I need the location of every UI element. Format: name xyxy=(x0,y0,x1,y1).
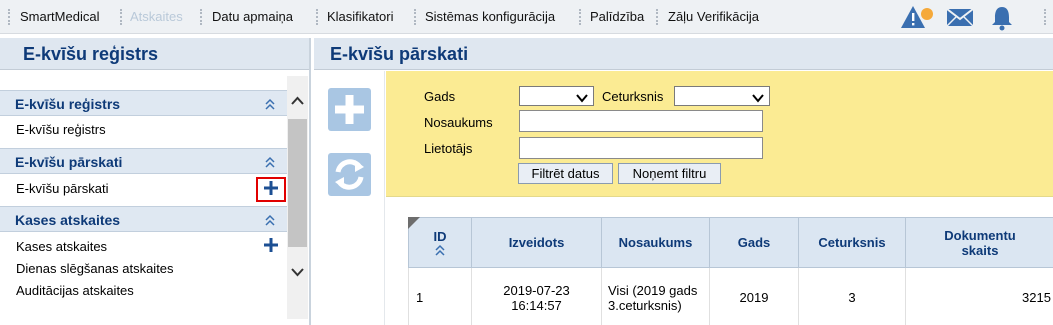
section-title: Kases atskaites xyxy=(15,212,121,228)
warning-notification-icon[interactable] xyxy=(900,4,933,30)
table-row[interactable]: 1 2019-07-23 16:14:57 Visi (2019 gads 3.… xyxy=(408,267,1053,325)
clear-filter-button[interactable]: Noņemt filtru xyxy=(618,163,721,184)
menu-separator xyxy=(1044,9,1046,25)
nav-item-e-kvisu-parskati[interactable]: E-kvīšu pārskati xyxy=(16,181,108,196)
section-header-e-kvisu-parskati[interactable]: E-kvīšu pārskati xyxy=(0,148,287,174)
nav-item-e-kvisu-registrs[interactable]: E-kvīšu reģistrs xyxy=(16,122,106,137)
scrollbar-thumb[interactable] xyxy=(288,119,307,247)
cell-name: Visi (2019 gads 3.ceturksnis) xyxy=(601,267,710,325)
refresh-button[interactable] xyxy=(328,153,371,196)
menu-item-atskaites[interactable]: Atskaites xyxy=(130,9,183,24)
add-plus-icon[interactable] xyxy=(264,181,278,195)
nav-item-dienas-slegsanas-atskaites[interactable]: Dienas slēgšanas atskaites xyxy=(16,261,174,276)
column-header-gads[interactable]: Gads xyxy=(709,217,799,268)
cell-quarter: 3 xyxy=(798,267,906,325)
menu-separator xyxy=(8,9,10,25)
section-header-e-kvisu-registrs[interactable]: E-kvīšu reģistrs xyxy=(0,90,287,116)
menu-item-klasifikatori[interactable]: Klasifikatori xyxy=(327,9,393,24)
column-header-label: ID xyxy=(433,229,447,244)
add-icon xyxy=(335,95,364,124)
refresh-icon xyxy=(335,159,364,190)
dropdown-arrow-icon xyxy=(576,91,588,103)
menu-item-datu-apmaina[interactable]: Datu apmaiņa xyxy=(212,9,293,24)
menu-item-palidziba[interactable]: Palīdzība xyxy=(590,9,644,24)
mail-icon[interactable] xyxy=(945,4,974,30)
dropdown-arrow-icon xyxy=(752,91,764,103)
menu-separator xyxy=(316,9,318,25)
add-button[interactable] xyxy=(328,88,371,131)
reports-table: ID Izveidots Nosaukums Gads Ceturksnis D… xyxy=(408,217,1053,325)
right-panel-title: E-kvīšu pārskati xyxy=(314,38,1053,70)
ceturksnis-label: Ceturksnis xyxy=(602,89,664,104)
table-corner-marker xyxy=(408,217,420,229)
section-header-kases-atskaites[interactable]: Kases atskaites xyxy=(0,206,287,232)
top-menu-bar: SmartMedical Atskaites Datu apmaiņa Klas… xyxy=(0,0,1053,34)
cell-year: 2019 xyxy=(709,267,799,325)
cell-id: 1 xyxy=(408,267,472,325)
sort-double-chevron-icon[interactable] xyxy=(409,244,471,256)
action-toolbar xyxy=(314,71,385,325)
ceturksnis-select[interactable] xyxy=(674,86,770,106)
column-header-dokumentu-skaits[interactable]: Dokumentu skaits xyxy=(905,217,1053,268)
menu-item-zalu-verifikacija[interactable]: Zāļu Verifikācija xyxy=(668,9,759,24)
nav-item-kases-atskaites[interactable]: Kases atskaites xyxy=(16,239,107,254)
collapse-double-chevron-icon[interactable] xyxy=(264,156,276,168)
left-navigation-panel: E-kvīšu reģistrs E-kvīšu reģistrs E-kvīš… xyxy=(0,38,311,325)
menu-item-sistemas-konfiguracija[interactable]: Sistēmas konfigurācija xyxy=(425,9,555,24)
bell-icon[interactable] xyxy=(988,4,1016,31)
menu-separator xyxy=(120,9,122,25)
scroll-down-arrow-icon[interactable] xyxy=(290,264,305,279)
gads-select[interactable] xyxy=(519,86,594,106)
nosaukums-label: Nosaukums xyxy=(424,115,493,130)
collapse-double-chevron-icon[interactable] xyxy=(264,214,276,226)
collapse-double-chevron-icon[interactable] xyxy=(264,98,276,110)
menu-separator xyxy=(656,9,658,25)
section-title: E-kvīšu pārskati xyxy=(15,154,123,170)
cell-doc-count: 3215 xyxy=(905,267,1053,325)
menu-separator xyxy=(200,9,202,25)
column-header-label: Dokumentu skaits xyxy=(944,227,1016,258)
nosaukums-input[interactable] xyxy=(519,110,763,132)
menu-item-smartmedical[interactable]: SmartMedical xyxy=(20,9,99,24)
lietotajs-input[interactable] xyxy=(519,137,763,159)
left-panel-title: E-kvīšu reģistrs xyxy=(0,38,309,70)
lietotajs-label: Lietotājs xyxy=(424,141,473,156)
left-panel-scrollbar[interactable] xyxy=(287,76,308,319)
section-title: E-kvīšu reģistrs xyxy=(15,96,121,112)
menu-separator xyxy=(579,9,581,25)
column-header-nosaukums[interactable]: Nosaukums xyxy=(601,217,710,268)
column-header-izveidots[interactable]: Izveidots xyxy=(471,217,602,268)
cell-created: 2019-07-23 16:14:57 xyxy=(471,267,602,325)
menu-separator xyxy=(414,9,416,25)
scroll-up-arrow-icon[interactable] xyxy=(290,94,305,109)
add-plus-icon[interactable] xyxy=(264,238,278,252)
nav-item-auditacijas-atskaites[interactable]: Auditācijas atskaites xyxy=(16,283,134,298)
column-header-ceturksnis[interactable]: Ceturksnis xyxy=(798,217,906,268)
gads-label: Gads xyxy=(424,89,456,104)
filter-data-button[interactable]: Filtrēt datus xyxy=(518,163,613,184)
